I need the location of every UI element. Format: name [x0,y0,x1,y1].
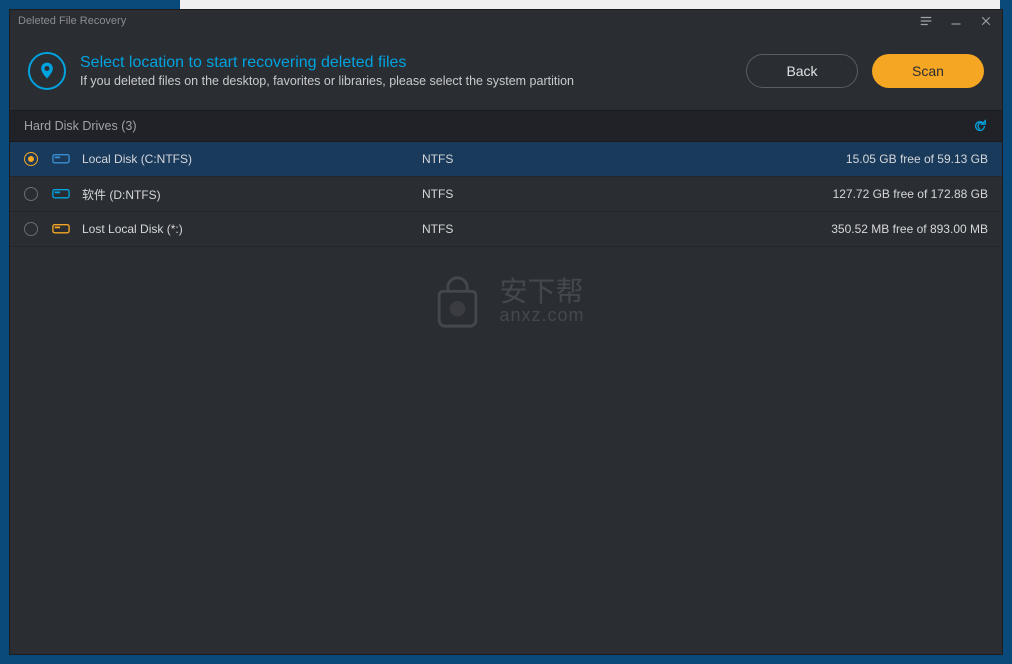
drive-list: Local Disk (C:NTFS) NTFS 15.05 GB free o… [10,142,1002,654]
scan-button[interactable]: Scan [872,54,984,88]
drive-row[interactable]: 软件 (D:NTFS) NTFS 127.72 GB free of 172.8… [10,177,1002,212]
drive-filesystem: NTFS [422,222,722,236]
drive-name: Local Disk (C:NTFS) [82,152,422,166]
drive-filesystem: NTFS [422,187,722,201]
drive-radio[interactable] [24,152,38,166]
drive-icon [52,152,70,166]
drive-filesystem: NTFS [422,152,722,166]
header: Select location to start recovering dele… [10,32,1002,110]
location-icon [28,52,66,90]
drive-row[interactable]: Local Disk (C:NTFS) NTFS 15.05 GB free o… [10,142,1002,177]
drive-row[interactable]: Lost Local Disk (*:) NTFS 350.52 MB free… [10,212,1002,247]
drive-radio[interactable] [24,187,38,201]
back-button[interactable]: Back [746,54,858,88]
minimize-button[interactable] [948,13,964,29]
app-window: Deleted File Recovery Select location to… [9,9,1003,655]
header-subtitle: If you deleted files on the desktop, fav… [80,74,732,88]
drive-free-space: 15.05 GB free of 59.13 GB [722,152,988,166]
drive-free-space: 127.72 GB free of 172.88 GB [722,187,988,201]
window-title: Deleted File Recovery [18,15,126,27]
section-label: Hard Disk Drives (3) [24,119,137,133]
drive-radio[interactable] [24,222,38,236]
section-header: Hard Disk Drives (3) [10,110,1002,142]
titlebar: Deleted File Recovery [10,10,1002,32]
watermark: 安下帮 anxz.com [427,272,584,330]
close-button[interactable] [978,13,994,29]
drive-name: Lost Local Disk (*:) [82,222,422,236]
drive-name: 软件 (D:NTFS) [82,186,422,203]
menu-icon[interactable] [918,13,934,29]
drive-free-space: 350.52 MB free of 893.00 MB [722,222,988,236]
drive-icon [52,187,70,201]
drive-icon [52,222,70,236]
refresh-icon[interactable] [972,118,988,134]
header-title: Select location to start recovering dele… [80,54,732,72]
